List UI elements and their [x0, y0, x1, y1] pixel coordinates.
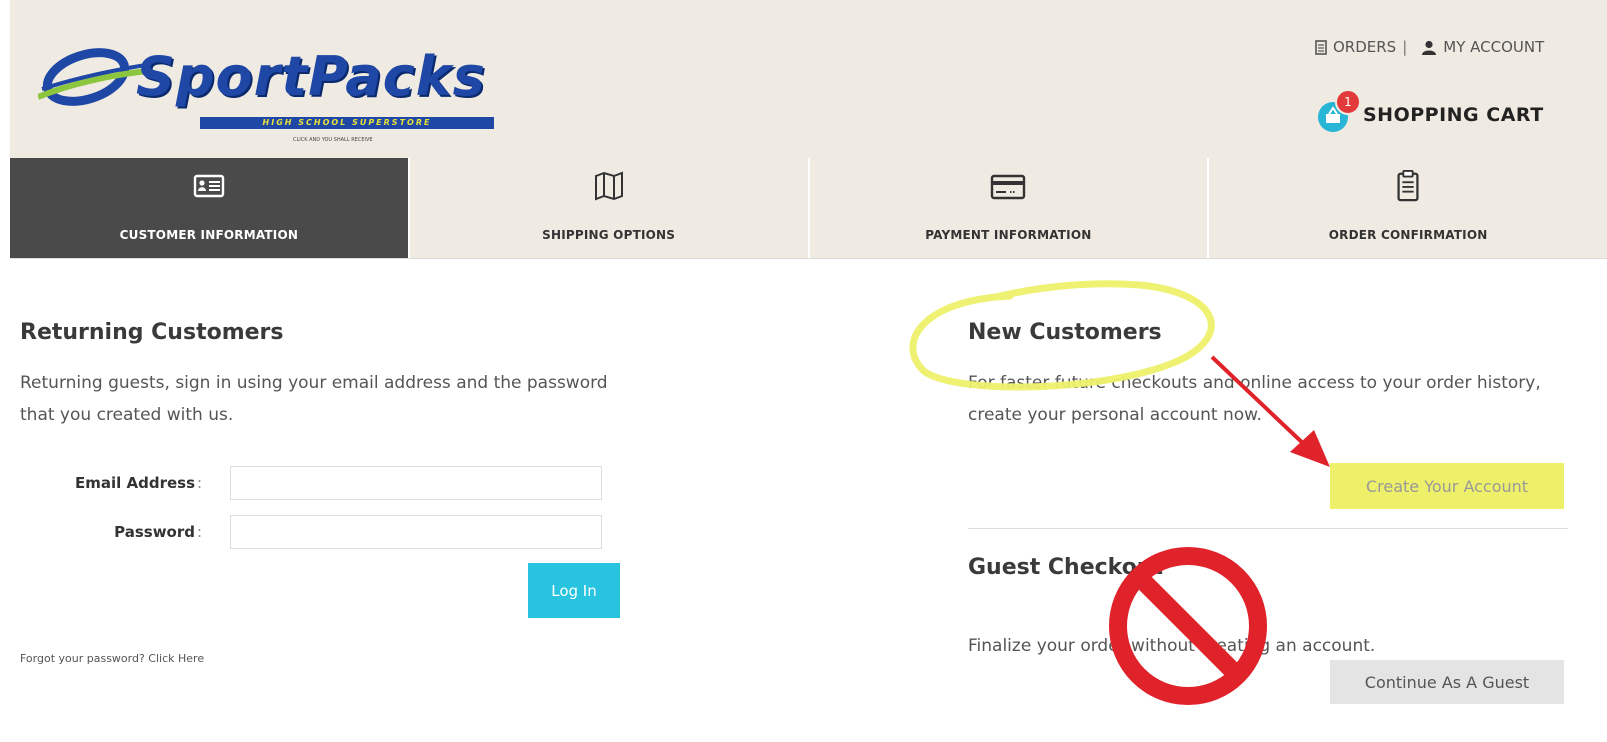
email-colon: : — [197, 474, 203, 492]
returning-customers-description: Returning guests, sign in using your ema… — [20, 373, 608, 425]
returning-customers-section: Returning Customers Returning guests, si… — [20, 320, 640, 431]
credit-card-icon — [991, 174, 1026, 200]
password-row: Password : — [20, 515, 602, 549]
sportpacks-logo[interactable]: SportPacks HIGH SCHOOL SUPERSTORE CLICK … — [38, 45, 538, 155]
email-label: Email Address — [74, 474, 195, 492]
password-label: Password — [114, 523, 195, 541]
forgot-password-link[interactable]: Forgot your password? Click Here — [20, 652, 204, 665]
returning-customers-title: Returning Customers — [20, 320, 284, 345]
my-account-link[interactable]: MY ACCOUNT — [1443, 38, 1544, 56]
step-label: ORDER CONFIRMATION — [1328, 228, 1488, 242]
shopping-cart-label: SHOPPING CART — [1363, 104, 1544, 126]
create-account-button[interactable]: Create Your Account — [1330, 463, 1564, 509]
logo-wordmark: SportPacks — [136, 45, 486, 108]
step-label: SHIPPING OPTIONS — [542, 228, 676, 242]
logo-tagline: HIGH SCHOOL SUPERSTORE — [200, 117, 494, 129]
log-in-button[interactable]: Log In — [528, 563, 620, 618]
orders-link[interactable]: ORDERS — [1333, 38, 1396, 56]
step-payment-information[interactable]: PAYMENT INFORMATION — [810, 158, 1210, 258]
step-order-confirmation[interactable]: ORDER CONFIRMATION — [1209, 158, 1607, 258]
user-icon — [1422, 40, 1437, 55]
new-customers-section: New Customers For faster future checkout… — [968, 320, 1568, 431]
email-row: Email Address : — [20, 466, 602, 500]
guest-checkout-description: Finalize your order without creating an … — [968, 636, 1376, 656]
guest-checkout-title: Guest Checkout — [968, 555, 1164, 580]
new-customers-description: For faster future checkouts and online a… — [968, 373, 1541, 425]
link-separator: | — [1402, 38, 1408, 56]
map-icon — [594, 171, 623, 201]
clipboard-icon — [1397, 170, 1419, 202]
logo-small-text: CLICK AND YOU SHALL RECEIVE — [293, 137, 373, 143]
receipt-icon — [1315, 39, 1327, 55]
checkout-steps: CUSTOMER INFORMATION SHIPPING OPTIONS PA… — [10, 158, 1607, 259]
swoosh-logo-icon — [38, 48, 148, 106]
password-colon: : — [197, 523, 203, 541]
cart-count-badge: 1 — [1335, 89, 1361, 115]
top-links: ORDERS | MY ACCOUNT — [1315, 38, 1544, 56]
new-customers-title: New Customers — [968, 320, 1162, 345]
step-shipping-options[interactable]: SHIPPING OPTIONS — [410, 158, 810, 258]
shopping-cart-link[interactable]: 1 SHOPPING CART — [1317, 89, 1544, 133]
email-field[interactable] — [230, 466, 602, 500]
continue-as-guest-button[interactable]: Continue As A Guest — [1330, 660, 1564, 704]
site-header: SportPacks HIGH SCHOOL SUPERSTORE CLICK … — [10, 0, 1607, 158]
password-field[interactable] — [230, 515, 602, 549]
id-card-icon — [193, 174, 225, 198]
section-divider — [968, 528, 1568, 529]
step-customer-information[interactable]: CUSTOMER INFORMATION — [10, 158, 410, 258]
step-label: PAYMENT INFORMATION — [925, 228, 1092, 242]
step-label: CUSTOMER INFORMATION — [119, 228, 299, 242]
cart-icon: 1 — [1317, 89, 1361, 133]
